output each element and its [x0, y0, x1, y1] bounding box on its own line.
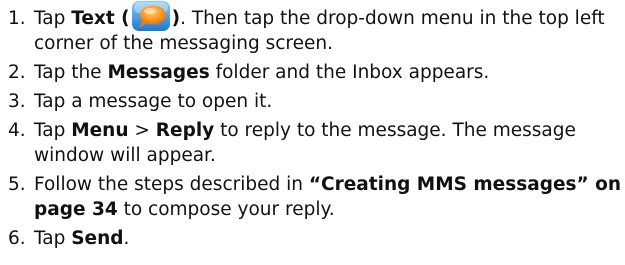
step-text: Tap — [34, 228, 72, 249]
step-number: 3. — [8, 91, 26, 112]
step-number: 4. — [8, 120, 26, 141]
step-text-rest: folder and the Inbox appears. — [209, 62, 490, 83]
instruction-list: 1. Tap Text (). Then tap the drop-down … — [0, 0, 625, 255]
step-text-rest: . — [123, 228, 130, 249]
step-number: 2. — [8, 62, 26, 83]
step-text: Follow the steps described in — [34, 174, 309, 195]
step-text-rest: to compose your reply. — [117, 199, 335, 220]
step-text: Tap — [34, 8, 72, 29]
menu-separator: > — [128, 120, 156, 141]
step-1: 1. Tap Text (). Then tap the drop-down … — [0, 0, 625, 56]
step-text: Tap a message to open it. — [34, 91, 273, 112]
step-text: Tap the — [34, 62, 108, 83]
text-app-label: Text ( — [71, 8, 130, 29]
text-app-label-close: ) — [171, 8, 181, 29]
step-6: 6. Tap Send. — [0, 226, 625, 251]
text-messaging-icon — [131, 0, 171, 31]
step-5: 5. Follow the steps described in “Creati… — [0, 172, 625, 222]
send-label: Send — [71, 228, 124, 249]
step-text: Tap — [34, 120, 72, 141]
step-2: 2. Tap the Messages folder and the Inbox… — [0, 60, 625, 85]
menu-label: Menu — [71, 120, 129, 141]
step-3: 3. Tap a message to open it. — [0, 89, 625, 114]
step-number: 1. — [8, 8, 26, 29]
step-number: 5. — [8, 174, 26, 195]
messages-folder-label: Messages — [107, 62, 210, 83]
step-4: 4. Tap Menu > Reply to reply to the mess… — [0, 118, 625, 168]
reply-label: Reply — [155, 120, 215, 141]
step-number: 6. — [8, 228, 26, 249]
